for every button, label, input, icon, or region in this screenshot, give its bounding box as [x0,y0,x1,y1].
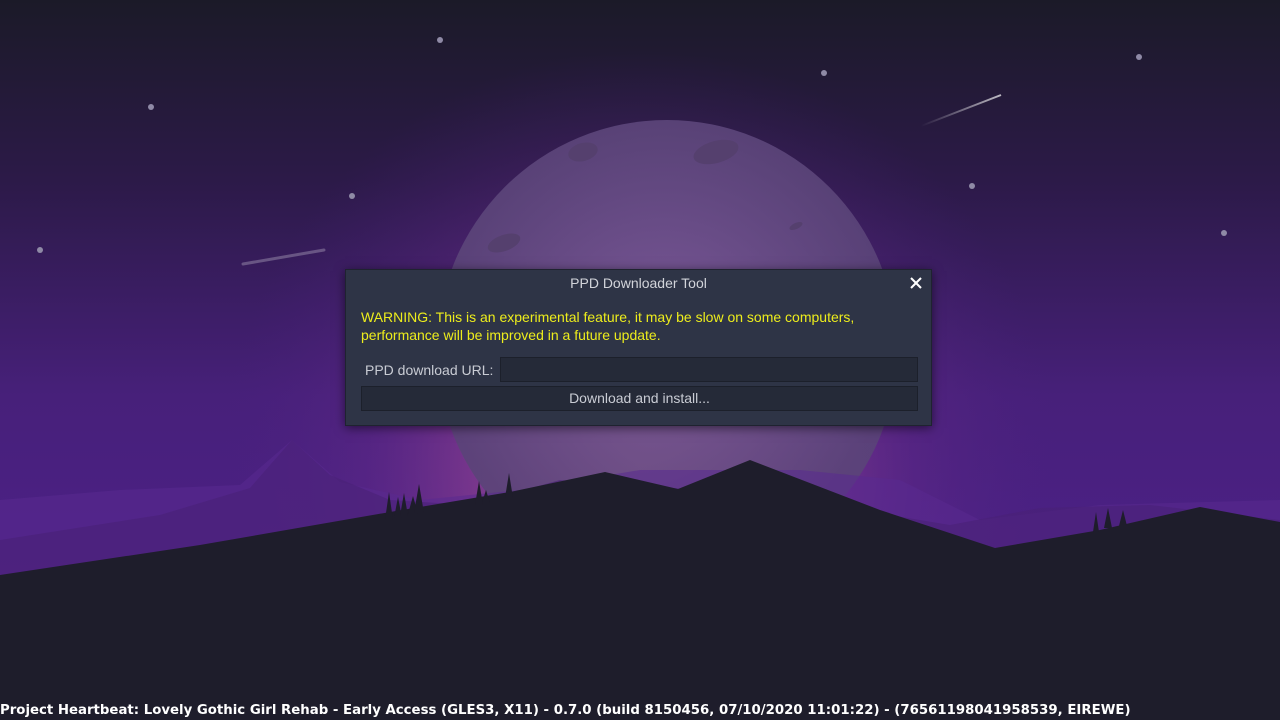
url-label: PPD download URL: [365,362,494,378]
ppd-downloader-dialog: PPD Downloader Tool WARNING: This is an … [345,269,932,426]
dialog-title: PPD Downloader Tool [570,275,707,291]
version-status-text: Project Heartbeat: Lovely Gothic Girl Re… [0,703,1131,718]
close-button[interactable] [907,274,925,292]
url-input[interactable] [500,357,918,382]
close-icon [910,277,922,289]
download-install-button[interactable]: Download and install... [361,386,918,411]
warning-message: WARNING: This is an experimental feature… [361,309,855,343]
